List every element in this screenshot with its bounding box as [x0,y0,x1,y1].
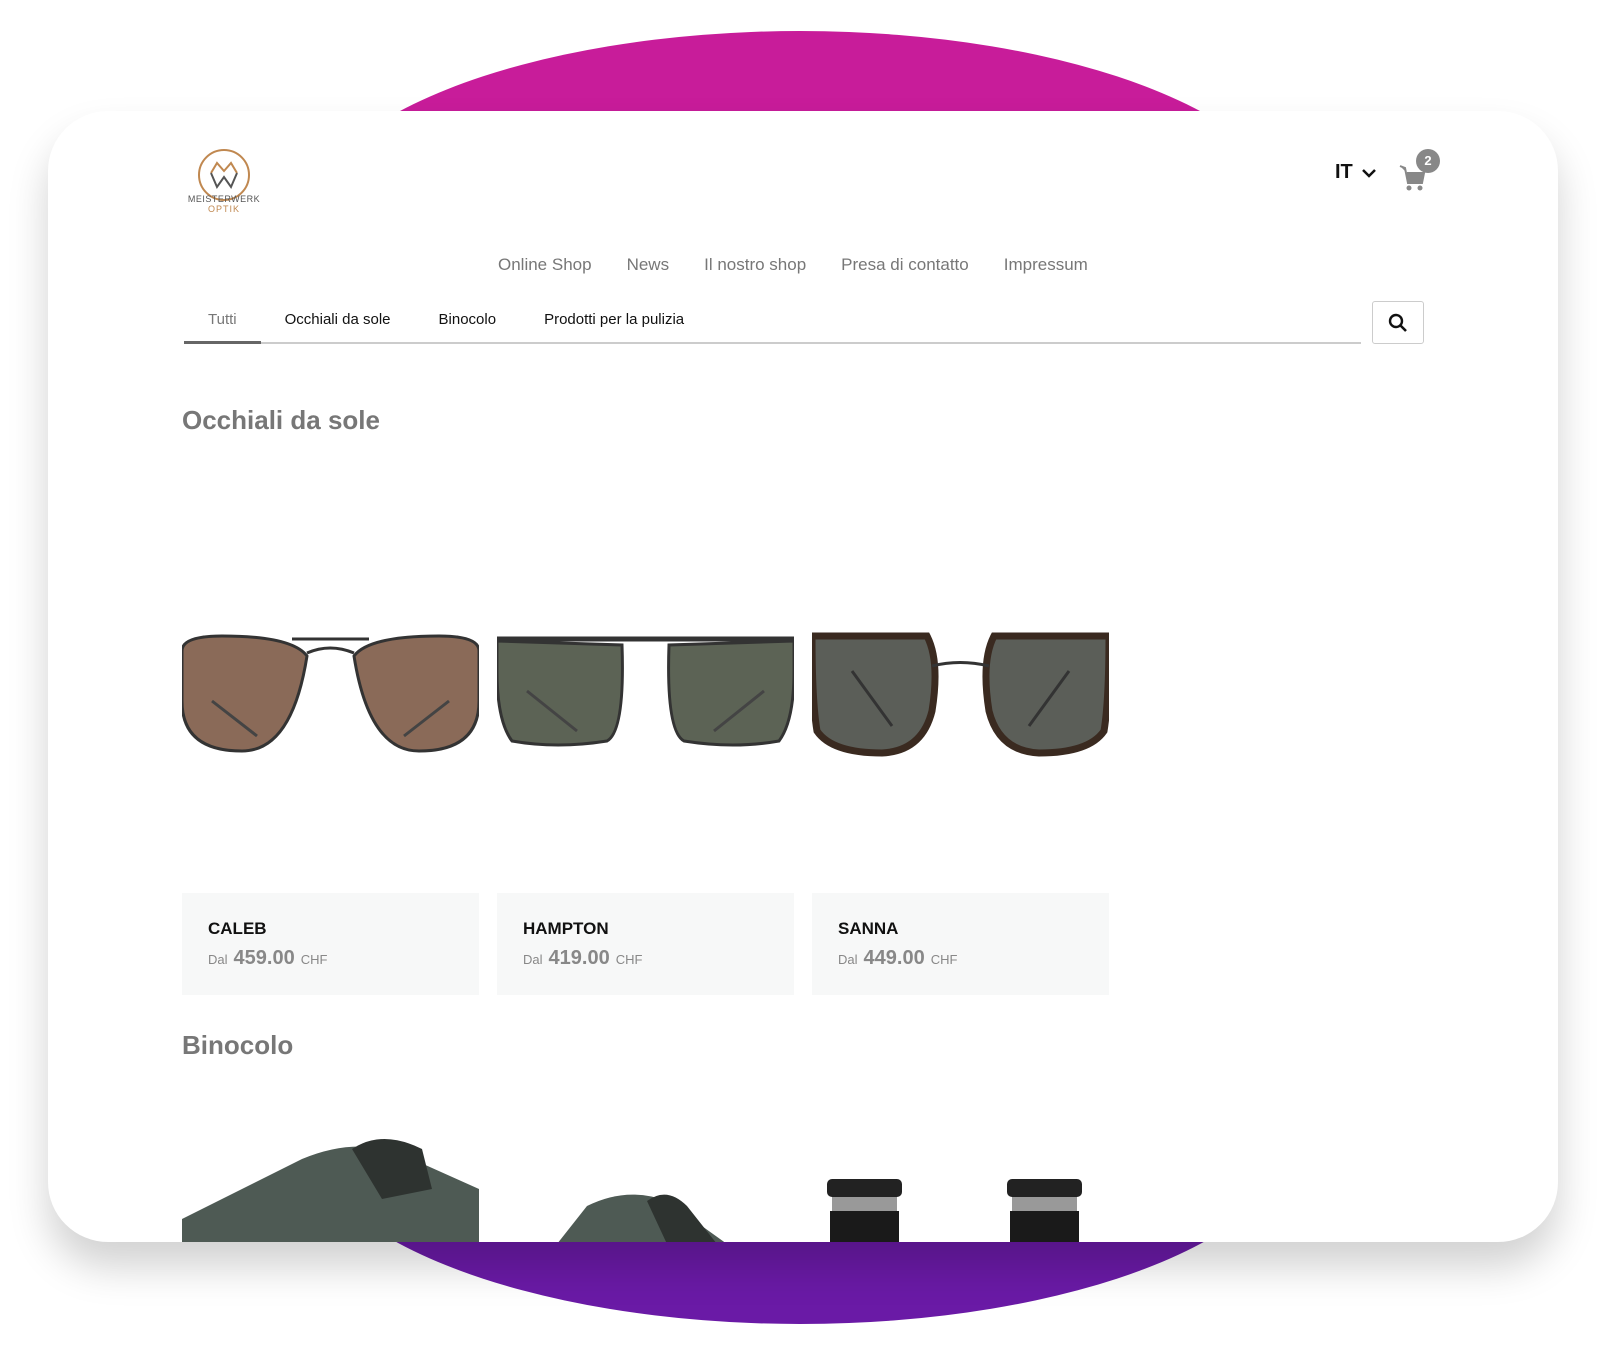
search-icon [1388,313,1407,332]
nav-contact[interactable]: Presa di contatto [841,255,969,275]
section-heading-sunglasses: Occhiali da sole [182,405,380,435]
product-price: Dal 459.00 CHF [208,947,328,969]
nav-impressum[interactable]: Impressum [1004,255,1088,275]
product-image [180,634,481,753]
tab-cleaning[interactable]: Prodotti per la pulizia [520,296,708,344]
tab-sunglasses[interactable]: Occhiali da sole [261,296,415,344]
product-info: CALEB Dal 459.00 CHF [182,893,479,995]
nav-online-shop[interactable]: Online Shop [498,255,592,275]
product-price: Dal 449.00 CHF [838,947,958,969]
cart-button[interactable]: 2 [1398,149,1448,195]
language-selector[interactable]: IT [1335,161,1377,184]
product-info: HAMPTON Dal 419.00 CHF [497,893,794,995]
chevron-down-icon [1361,168,1376,178]
binocular-image[interactable] [497,1171,794,1242]
nav-our-shop[interactable]: Il nostro shop [704,255,806,275]
product-name: HAMPTON [523,919,609,938]
language-label: IT [1335,161,1353,183]
product-image [495,636,796,747]
product-card-sanna[interactable]: SANNA Dal 449.00 CHF [808,631,1113,995]
product-name: CALEB [208,919,267,938]
binocular-image[interactable] [182,1129,479,1242]
product-info: SANNA Dal 449.00 CHF [812,893,1109,995]
product-name: SANNA [838,919,899,938]
category-tabs: Tutti Occhiali da sole Binocolo Prodotti… [184,296,1361,344]
product-price: Dal 419.00 CHF [523,947,643,969]
tab-binoculars[interactable]: Binocolo [415,296,521,344]
search-button[interactable] [1372,301,1424,344]
product-image [808,632,1113,757]
logo-text: MEISTERWERK [187,194,261,204]
tab-all[interactable]: Tutti [184,296,261,344]
nav-news[interactable]: News [627,255,670,275]
browser-frame: MEISTERWERK OPTIK IT 2 Online Shop News … [48,111,1558,1242]
logo-subtext: OPTIK [207,204,240,214]
section-heading-binoculars: Binocolo [182,1030,294,1060]
eyecup-image[interactable] [812,1174,1109,1242]
cart-count-badge: 2 [1416,149,1440,173]
main-nav: Online Shop News Il nostro shop Presa di… [498,255,1088,275]
product-card-hampton[interactable]: HAMPTON Dal 419.00 CHF [495,631,796,995]
product-card-caleb[interactable]: CALEB Dal 459.00 CHF [180,631,481,995]
